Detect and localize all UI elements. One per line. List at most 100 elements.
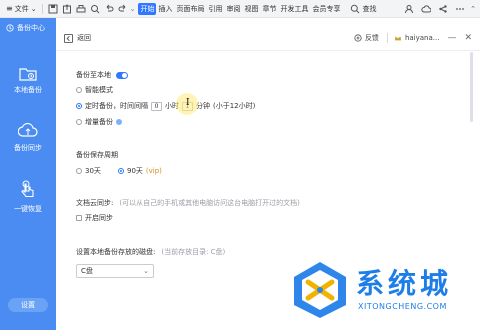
crown-icon: [394, 36, 402, 41]
menubar-right-tools: ⌃: [402, 0, 476, 18]
sidebar-item-backup-sync[interactable]: 备份同步: [0, 123, 56, 153]
feedback-label: 反馈: [364, 34, 379, 42]
90-days-radio[interactable]: [118, 168, 124, 174]
preview-icon[interactable]: [90, 4, 100, 14]
export-icon[interactable]: [62, 3, 72, 14]
tab-insert[interactable]: 插入: [156, 4, 174, 14]
search-icon: [351, 4, 360, 13]
chevron-down-icon: ⌄: [143, 267, 149, 275]
user-icon[interactable]: [404, 4, 414, 14]
menu-file[interactable]: ≡ 文件 ⌄: [4, 0, 39, 18]
header-divider: [56, 50, 480, 51]
timed-note: (小于12小时): [213, 102, 256, 110]
disk-select[interactable]: C盘 ⌄: [76, 264, 154, 278]
menu-file-label: 文件: [14, 4, 29, 13]
30-days-label: 30天: [85, 167, 101, 175]
tab-references[interactable]: 引用: [206, 4, 224, 14]
cloud-sync-desc: (可以从自己的手机或其他电脑访问这台电脑打开过的文档): [119, 199, 300, 207]
save-icon[interactable]: [48, 4, 58, 14]
share-icon[interactable]: [438, 4, 448, 14]
panel-header: 返回 反馈 haiyana... — ✕: [56, 28, 480, 48]
disk-row: 设置本地备份存放的磁盘: (当前存放目录: C盘): [76, 247, 225, 257]
option-90-days[interactable]: 90天 (vip): [118, 166, 162, 176]
watermark-logo: [294, 262, 346, 318]
chevron-up-icon[interactable]: ⌃: [470, 5, 476, 13]
more-icon[interactable]: [455, 4, 465, 14]
search-button[interactable]: 查找: [346, 0, 378, 18]
local-backup-label: 备份至本地: [76, 71, 111, 79]
tab-home[interactable]: 开始: [138, 2, 157, 15]
hours-input[interactable]: 0: [151, 101, 162, 111]
folder-icon: [19, 68, 37, 81]
cloud-upload-icon: [18, 123, 38, 137]
smart-mode-radio[interactable]: [76, 87, 82, 93]
chevron-down-icon[interactable]: ⌄: [130, 5, 136, 13]
disk-label: 设置本地备份存放的磁盘:: [76, 248, 156, 256]
watermark: 系统城 XITONGCHENG.COM: [286, 258, 476, 324]
print-icon[interactable]: [76, 4, 86, 14]
cloud-sync-row: 文档云同步: (可以从自己的手机或其他电脑访问这台电脑打开过的文档): [76, 198, 300, 208]
enable-sync-checkbox[interactable]: [76, 215, 82, 221]
enable-sync-label: 开启同步: [85, 214, 113, 222]
incremental-radio[interactable]: [76, 119, 82, 125]
user-name: haiyana...: [404, 34, 440, 42]
option-timed-backup[interactable]: 定时备份，时间间隔 0 小时 1 分钟 (小于12小时): [76, 101, 255, 111]
header-right: 反馈 haiyana... — ✕: [354, 28, 472, 48]
sidebar-title-label: 备份中心: [17, 24, 45, 32]
feedback-button[interactable]: 反馈: [354, 33, 379, 43]
text-cursor-icon: I: [186, 98, 190, 108]
timed-backup-radio[interactable]: [76, 103, 82, 109]
sidebar-item-local-backup[interactable]: 本地备份: [0, 66, 56, 95]
30-days-radio[interactable]: [76, 168, 82, 174]
tab-developer[interactable]: 开发工具: [278, 4, 310, 14]
local-backup-toggle[interactable]: [116, 71, 129, 79]
option-smart-mode[interactable]: 智能模式: [76, 85, 113, 95]
app-menubar: ≡ 文件 ⌄ ⌄ 开始 插入 页面布局 引用 审阅 视图 章节 开发工具 会员专…: [0, 0, 480, 18]
local-backup-section: 备份至本地: [76, 70, 129, 80]
timed-backup-label: 定时备份，时间间隔: [85, 102, 148, 110]
option-incremental[interactable]: 增量备份: [76, 117, 122, 127]
backup-sidebar: 备份中心 本地备份 备份同步 一键恢复 设置: [0, 18, 56, 330]
user-menu[interactable]: haiyana...: [386, 33, 440, 43]
backup-center-icon: [6, 24, 14, 32]
sidebar-item-one-click-restore[interactable]: 一键恢复: [0, 180, 56, 214]
undo-icon[interactable]: [104, 4, 114, 14]
feedback-icon: [354, 34, 362, 42]
redo-icon[interactable]: [118, 4, 128, 14]
sidebar-title: 备份中心: [0, 18, 56, 38]
tab-section[interactable]: 章节: [260, 4, 278, 14]
scrollbar[interactable]: [470, 52, 473, 122]
cloud-icon[interactable]: [421, 4, 432, 14]
back-button[interactable]: 返回: [56, 33, 91, 43]
help-icon[interactable]: [116, 119, 122, 125]
watermark-url: XITONGCHENG.COM: [358, 302, 447, 311]
90-days-label: 90天: [127, 167, 143, 175]
disk-select-value: C盘: [81, 267, 93, 275]
cloud-sync-label: 文档云同步:: [76, 199, 114, 207]
option-30-days[interactable]: 30天: [76, 166, 101, 176]
sidebar-item-label: 一键恢复: [14, 205, 42, 213]
hamburger-icon: ≡: [6, 4, 13, 13]
enable-sync-option[interactable]: 开启同步: [76, 213, 113, 223]
sidebar-item-label: 备份同步: [14, 144, 42, 152]
search-label: 查找: [362, 4, 377, 13]
settings-button[interactable]: 设置: [8, 298, 48, 312]
tab-view[interactable]: 视图: [242, 4, 260, 14]
hand-tap-icon: [21, 180, 34, 198]
minimize-icon[interactable]: —: [447, 33, 456, 43]
watermark-text: 系统城: [356, 267, 453, 300]
tab-page-layout[interactable]: 页面布局: [174, 4, 206, 14]
chevron-down-icon: ⌄: [30, 4, 37, 13]
smart-mode-label: 智能模式: [85, 86, 113, 94]
close-icon[interactable]: ✕: [464, 33, 472, 43]
retention-label: 备份保存周期: [76, 151, 118, 159]
divider: [41, 3, 43, 14]
sidebar-item-label: 本地备份: [14, 86, 42, 94]
tab-member[interactable]: 会员专享: [310, 4, 342, 14]
vip-tag: (vip): [145, 167, 162, 175]
tab-review[interactable]: 审阅: [224, 4, 242, 14]
back-label: 返回: [77, 34, 91, 42]
divider: [386, 33, 388, 43]
minutes-unit: 分钟: [196, 102, 210, 110]
disk-current: (当前存放目录: C盘): [161, 248, 226, 256]
